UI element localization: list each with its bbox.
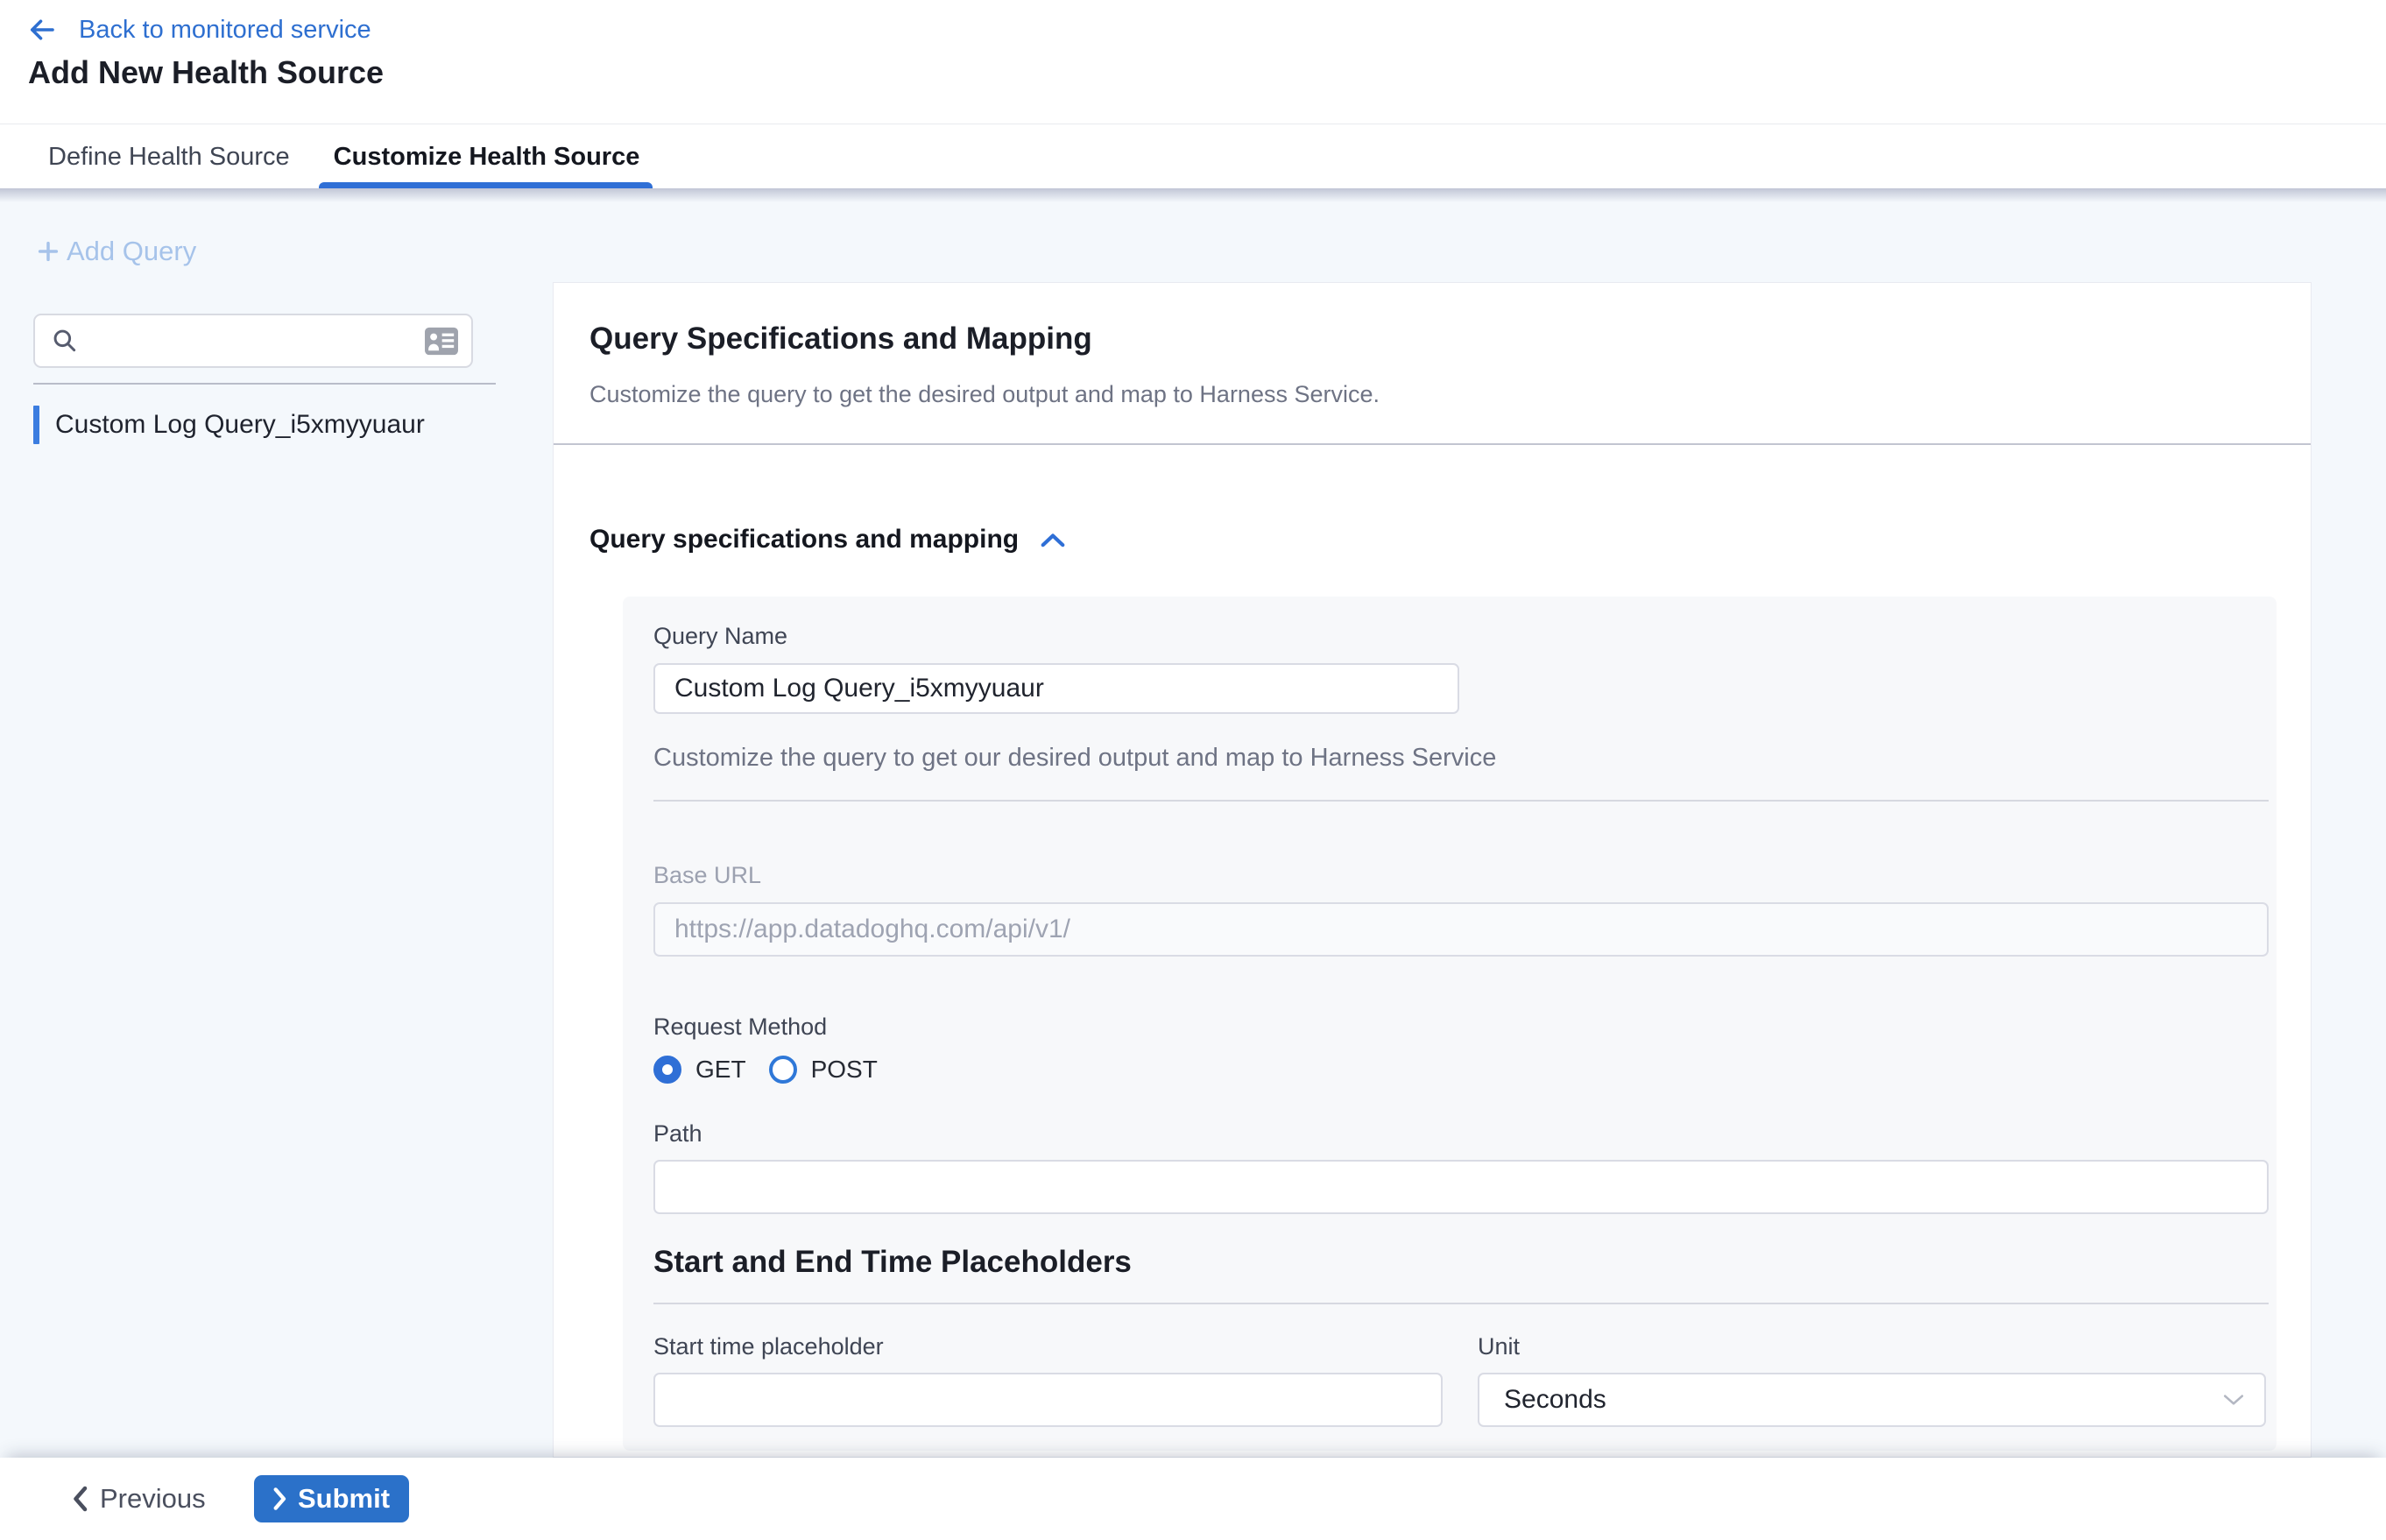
panel-divider: [554, 443, 2311, 445]
radio-get-label: GET: [695, 1056, 746, 1084]
path-input[interactable]: [653, 1160, 2269, 1214]
query-item-label: Custom Log Query_i5xmyyuaur: [55, 410, 425, 440]
footer-bar: Previous Submit: [0, 1458, 2386, 1540]
page-title: Add New Health Source: [28, 54, 384, 91]
submit-label: Submit: [298, 1483, 390, 1515]
active-tab-indicator: [319, 182, 653, 188]
field-divider: [653, 1303, 2269, 1304]
query-search-box: [33, 314, 473, 368]
start-time-label: Start time placeholder: [653, 1333, 884, 1360]
tab-bar: Define Health Source Customize Health So…: [0, 125, 2386, 188]
radio-unselected-icon: [769, 1056, 797, 1084]
tab-define-health-source[interactable]: Define Health Source: [48, 125, 290, 188]
path-label: Path: [653, 1120, 702, 1148]
radio-get[interactable]: GET: [653, 1056, 746, 1084]
back-button[interactable]: Back to monitored service: [26, 14, 371, 46]
query-list-item[interactable]: Custom Log Query_i5xmyyuaur: [33, 400, 524, 449]
request-method-label: Request Method: [653, 1014, 827, 1041]
panel-subtitle: Customize the query to get the desired o…: [589, 381, 1380, 408]
chevron-left-icon: [72, 1486, 88, 1512]
section-collapse-header[interactable]: Query specifications and mapping: [589, 525, 1066, 555]
radio-selected-icon: [653, 1056, 681, 1084]
query-sidebar: Add Query: [0, 188, 553, 1458]
previous-button[interactable]: Previous: [72, 1483, 206, 1515]
submit-button[interactable]: Submit: [254, 1475, 409, 1522]
add-query-button[interactable]: Add Query: [35, 236, 196, 267]
main-panel: Query Specifications and Mapping Customi…: [553, 282, 2312, 1458]
query-form-card: Query Name Customize the query to get ou…: [623, 597, 2277, 1451]
sidebar-divider: [33, 383, 496, 385]
start-time-input[interactable]: [653, 1373, 1443, 1427]
arrow-left-icon: [26, 14, 58, 46]
panel-title: Query Specifications and Mapping: [589, 321, 1092, 357]
query-name-label: Query Name: [653, 623, 787, 650]
field-divider: [653, 800, 2269, 802]
unit-selected-value: Seconds: [1504, 1385, 1606, 1415]
time-placeholders-title: Start and End Time Placeholders: [653, 1245, 1132, 1280]
page-header: Back to monitored service Add New Health…: [0, 0, 2386, 124]
search-icon: [51, 327, 79, 355]
query-name-input[interactable]: [653, 663, 1459, 714]
unit-label: Unit: [1478, 1333, 1520, 1360]
chevron-right-icon: [273, 1487, 287, 1511]
request-method-radios: GET POST: [653, 1056, 878, 1084]
section-title: Query specifications and mapping: [589, 525, 1019, 555]
base-url-label: Base URL: [653, 862, 761, 889]
unit-select[interactable]: Seconds: [1478, 1373, 2266, 1427]
radio-post[interactable]: POST: [769, 1056, 878, 1084]
query-name-helper: Customize the query to get our desired o…: [653, 744, 1496, 773]
contact-card-icon[interactable]: [424, 327, 459, 356]
tab-customize-health-source[interactable]: Customize Health Source: [334, 125, 640, 188]
chevron-up-icon: [1040, 532, 1066, 548]
previous-label: Previous: [100, 1483, 206, 1515]
tab-label: Customize Health Source: [334, 143, 640, 172]
base-url-input[interactable]: [653, 902, 2269, 957]
back-link-label: Back to monitored service: [79, 16, 371, 45]
selected-indicator-bar: [33, 406, 39, 444]
search-input[interactable]: [91, 327, 424, 356]
content-area: Add Query: [0, 188, 2386, 1458]
plus-icon: [35, 238, 61, 265]
radio-post-label: POST: [811, 1056, 878, 1084]
chevron-down-icon: [2222, 1393, 2245, 1407]
tab-label: Define Health Source: [48, 143, 290, 172]
add-query-label: Add Query: [67, 236, 196, 267]
